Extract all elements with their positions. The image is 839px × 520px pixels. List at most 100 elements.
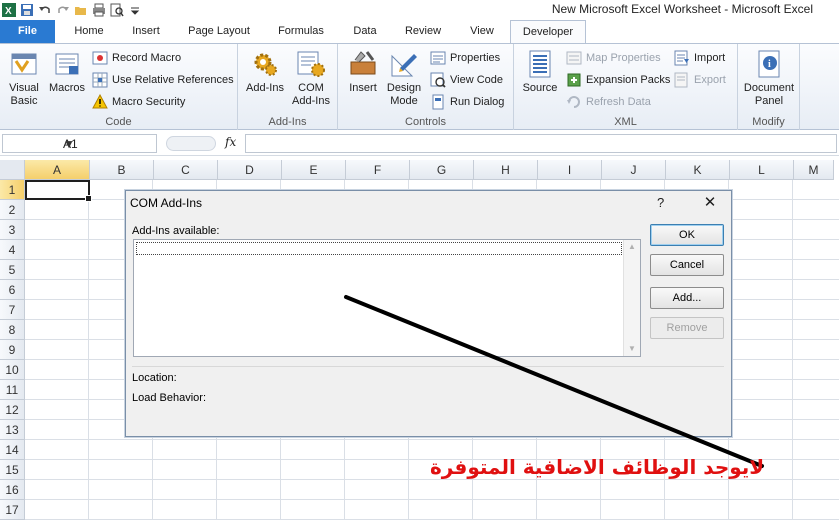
open-icon[interactable] bbox=[74, 3, 88, 17]
print-preview-icon[interactable] bbox=[110, 3, 124, 17]
chevron-down-icon[interactable]: ▼ bbox=[63, 137, 154, 151]
com-addins-label: COM Add-Ins bbox=[292, 82, 330, 107]
row-header-7[interactable]: 7 bbox=[0, 300, 25, 320]
insert-function-icon[interactable]: fx bbox=[225, 135, 236, 149]
save-icon[interactable] bbox=[20, 3, 34, 17]
row-header-14[interactable]: 14 bbox=[0, 440, 25, 460]
run-dialog-icon bbox=[430, 94, 446, 110]
use-relative-references-button[interactable]: Use Relative References bbox=[92, 71, 234, 89]
macros-button[interactable]: Macros bbox=[46, 48, 88, 95]
row-header-13[interactable]: 13 bbox=[0, 420, 25, 440]
tab-view[interactable]: View bbox=[460, 20, 504, 43]
scroll-down-icon[interactable]: ▼ bbox=[624, 342, 640, 356]
redo-icon[interactable] bbox=[56, 3, 70, 17]
properties-label: Properties bbox=[450, 52, 501, 64]
list-scrollbar[interactable]: ▲ ▼ bbox=[623, 240, 640, 356]
com-addins-button[interactable]: COM Add-Ins bbox=[288, 48, 334, 108]
export-button[interactable]: Export bbox=[674, 71, 726, 89]
design-mode-button[interactable]: Design Mode bbox=[384, 48, 424, 108]
row-header-8[interactable]: 8 bbox=[0, 320, 25, 340]
document-panel-icon: i bbox=[753, 48, 785, 80]
run-dialog-button[interactable]: Run Dialog bbox=[430, 93, 504, 111]
column-header-k[interactable]: K bbox=[666, 160, 730, 180]
customize-qat-icon[interactable] bbox=[128, 3, 142, 17]
tab-review[interactable]: Review bbox=[398, 20, 448, 43]
column-header-a[interactable]: A bbox=[25, 160, 90, 180]
document-panel-label: Document Panel bbox=[743, 82, 795, 107]
source-button[interactable]: Source bbox=[520, 48, 560, 95]
tab-page-layout[interactable]: Page Layout bbox=[180, 20, 258, 43]
record-macro-button[interactable]: Record Macro bbox=[92, 49, 181, 67]
column-header-c[interactable]: C bbox=[154, 160, 218, 180]
import-button[interactable]: Import bbox=[674, 49, 725, 67]
name-box[interactable]: A1 ▼ bbox=[2, 134, 157, 153]
undo-icon[interactable] bbox=[38, 3, 52, 17]
active-cell[interactable] bbox=[25, 180, 92, 202]
row-header-3[interactable]: 3 bbox=[0, 220, 25, 240]
column-header-g[interactable]: G bbox=[410, 160, 474, 180]
scroll-up-icon[interactable]: ▲ bbox=[624, 240, 640, 254]
tab-file[interactable]: File bbox=[0, 20, 55, 43]
column-header-f[interactable]: F bbox=[346, 160, 410, 180]
column-header-j[interactable]: J bbox=[602, 160, 666, 180]
macros-label: Macros bbox=[48, 82, 86, 94]
row-header-12[interactable]: 12 bbox=[0, 400, 25, 420]
tab-insert[interactable]: Insert bbox=[124, 20, 168, 43]
visual-basic-button[interactable]: Visual Basic bbox=[4, 48, 44, 108]
column-header-h[interactable]: H bbox=[474, 160, 538, 180]
macro-security-button[interactable]: Macro Security bbox=[92, 93, 185, 111]
controls-group-label: Controls bbox=[405, 116, 446, 128]
map-properties-button[interactable]: Map Properties bbox=[566, 49, 661, 67]
row-header-2[interactable]: 2 bbox=[0, 200, 25, 220]
row-header-5[interactable]: 5 bbox=[0, 260, 25, 280]
row-header-9[interactable]: 9 bbox=[0, 340, 25, 360]
modify-group-label: Modify bbox=[752, 116, 785, 128]
modify-group: i Document Panel Modify bbox=[738, 44, 800, 130]
column-header-e[interactable]: E bbox=[282, 160, 346, 180]
properties-button[interactable]: Properties bbox=[430, 49, 500, 67]
view-code-button[interactable]: View Code bbox=[430, 71, 503, 89]
row-header-15[interactable]: 15 bbox=[0, 460, 25, 480]
remove-button[interactable]: Remove bbox=[650, 317, 724, 339]
tab-home[interactable]: Home bbox=[66, 20, 112, 43]
addins-button[interactable]: Add-Ins bbox=[244, 48, 286, 95]
row-header-17[interactable]: 17 bbox=[0, 500, 25, 520]
expansion-packs-button[interactable]: Expansion Packs bbox=[566, 71, 670, 89]
expansion-packs-icon bbox=[566, 72, 582, 88]
document-panel-button[interactable]: i Document Panel bbox=[740, 48, 798, 108]
print-icon[interactable] bbox=[92, 3, 106, 17]
addins-list[interactable]: ▲ ▼ bbox=[133, 239, 641, 357]
window-title: New Microsoft Excel Worksheet - Microsof… bbox=[551, 2, 813, 16]
select-all-corner[interactable] bbox=[0, 160, 25, 180]
close-icon[interactable]: ✕ bbox=[700, 193, 720, 211]
visual-basic-label: Visual Basic bbox=[9, 82, 39, 107]
excel-logo-icon[interactable]: X bbox=[2, 2, 16, 17]
help-button[interactable]: ? bbox=[657, 195, 664, 210]
column-header-i[interactable]: I bbox=[538, 160, 602, 180]
com-addins-dialog: COM Add-Ins ? ✕ Add-Ins available: ▲ ▼ O… bbox=[125, 190, 732, 437]
column-header-m[interactable]: M bbox=[794, 160, 834, 180]
cancel-button[interactable]: Cancel bbox=[650, 254, 724, 276]
load-behavior-label: Load Behavior: bbox=[132, 392, 206, 404]
refresh-data-label: Refresh Data bbox=[586, 96, 651, 108]
column-header-d[interactable]: D bbox=[218, 160, 282, 180]
add-button[interactable]: Add... bbox=[650, 287, 724, 309]
row-header-6[interactable]: 6 bbox=[0, 280, 25, 300]
tab-data[interactable]: Data bbox=[344, 20, 386, 43]
tab-developer[interactable]: Developer bbox=[510, 20, 586, 44]
row-header-4[interactable]: 4 bbox=[0, 240, 25, 260]
column-header-b[interactable]: B bbox=[90, 160, 154, 180]
insert-controls-button[interactable]: Insert bbox=[344, 48, 382, 95]
ok-button[interactable]: OK bbox=[650, 224, 724, 246]
ribbon-tabs: File Home Insert Page Layout Formulas Da… bbox=[0, 20, 839, 44]
row-header-1[interactable]: 1 bbox=[0, 180, 25, 200]
column-header-l[interactable]: L bbox=[730, 160, 794, 180]
refresh-data-button[interactable]: Refresh Data bbox=[566, 93, 651, 111]
tab-formulas[interactable]: Formulas bbox=[270, 20, 332, 43]
row-header-10[interactable]: 10 bbox=[0, 360, 25, 380]
list-focus-item[interactable] bbox=[136, 242, 622, 255]
row-header-11[interactable]: 11 bbox=[0, 380, 25, 400]
source-label: Source bbox=[522, 82, 558, 94]
formula-input[interactable] bbox=[245, 134, 837, 153]
row-header-16[interactable]: 16 bbox=[0, 480, 25, 500]
